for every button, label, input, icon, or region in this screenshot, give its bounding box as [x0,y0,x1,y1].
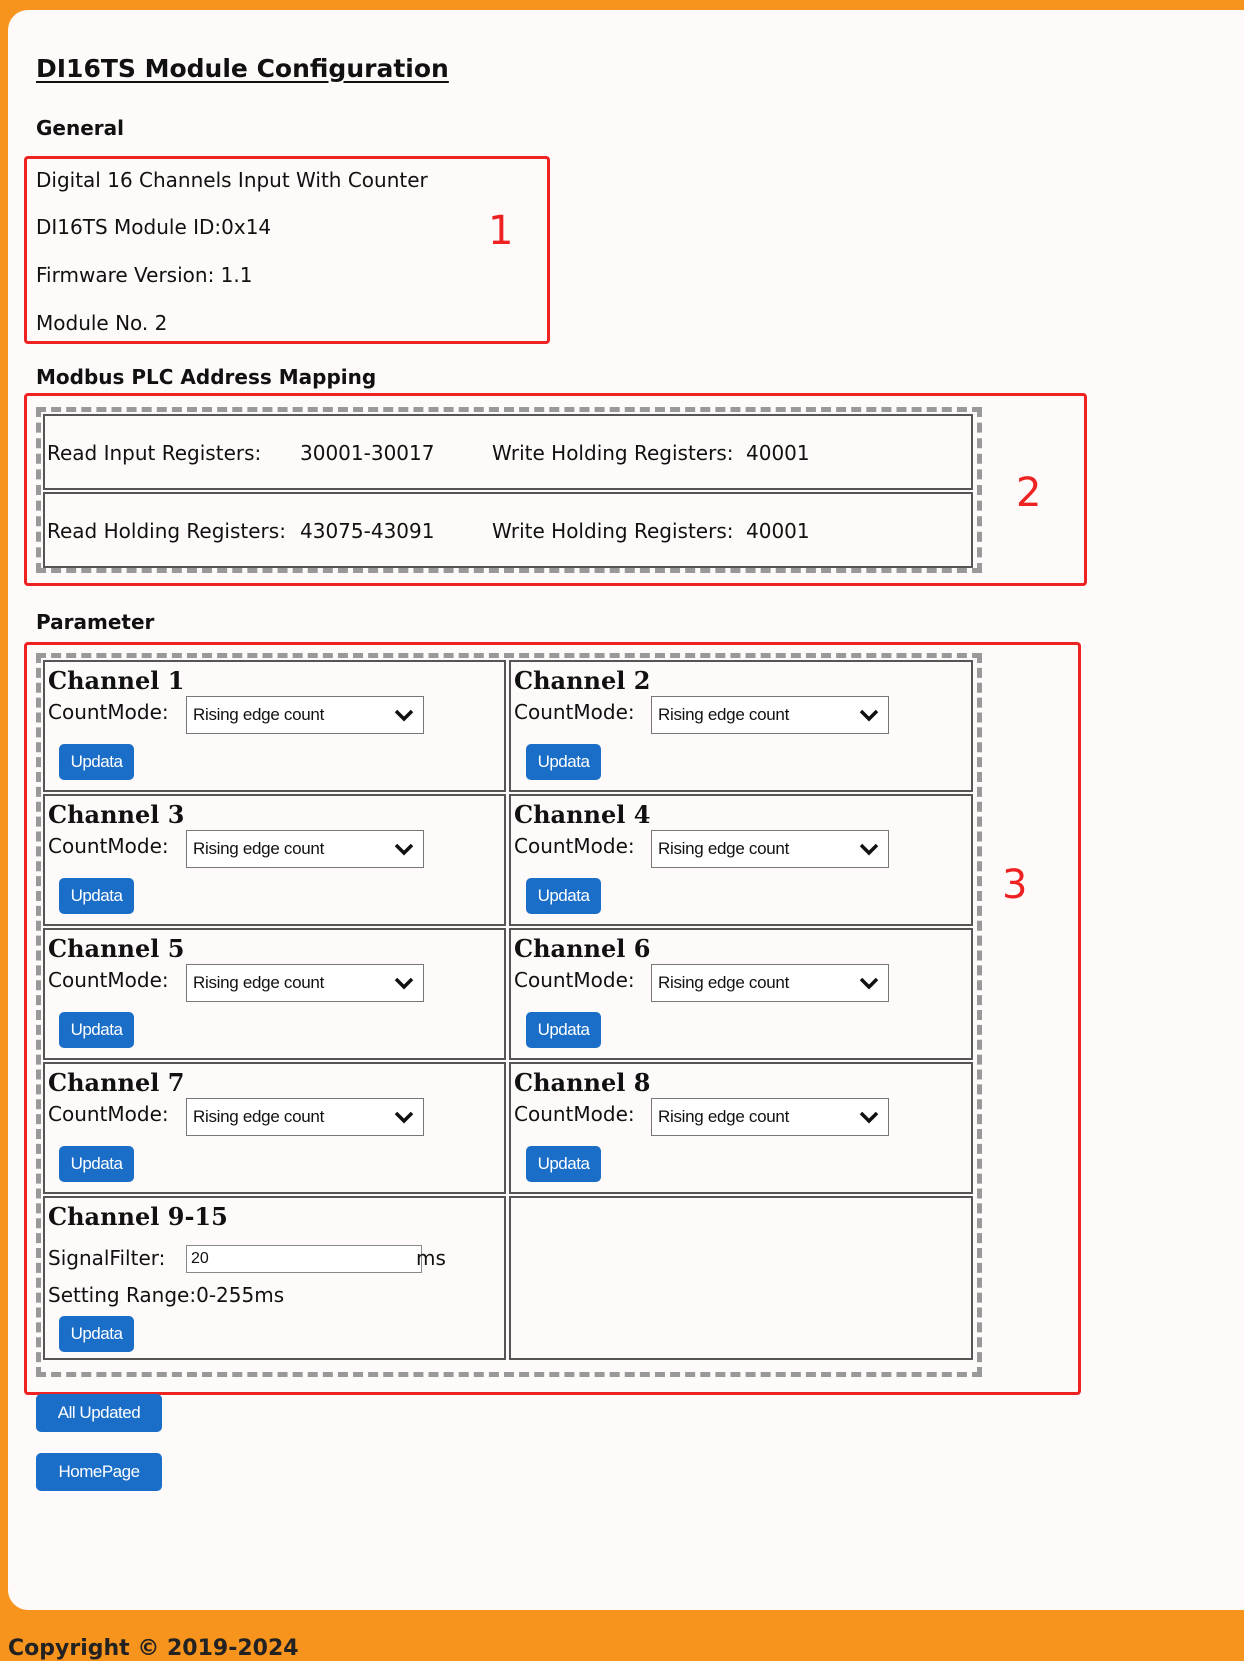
update-button[interactable]: Updata [526,1146,601,1182]
homepage-button[interactable]: HomePage [36,1453,162,1491]
count-mode-select[interactable]: Rising edge count [186,1098,424,1136]
count-mode-select[interactable]: Rising edge count [651,964,889,1002]
count-mode-select[interactable]: Rising edge count [651,1098,889,1136]
count-mode-label: CountMode: [48,834,169,858]
count-mode-label: CountMode: [514,968,635,992]
count-mode-select[interactable]: Rising edge count [651,830,889,868]
chevron-down-icon [859,843,879,856]
signal-filter-unit: ms [416,1246,446,1270]
channel-title: Channel 3 [48,800,185,829]
count-mode-select[interactable]: Rising edge count [186,964,424,1002]
update-button[interactable]: Updata [59,1316,134,1352]
chevron-down-icon [859,709,879,722]
chevron-down-icon [394,977,414,990]
update-button[interactable]: Updata [59,1012,134,1048]
annotation-number-3: 3 [1002,862,1028,908]
update-button[interactable]: Updata [526,1012,601,1048]
write-holding-registers-label: Write Holding Registers: [492,441,734,465]
general-heading: General [36,116,124,140]
channel-title: Channel 5 [48,934,185,963]
signal-filter-cell: Channel 9-15 SignalFilter: 20 ms Setting… [43,1196,506,1360]
signal-filter-label: SignalFilter: [48,1246,166,1270]
channel-cell: Channel 2 CountMode: Rising edge count U… [509,660,973,792]
chevron-down-icon [394,843,414,856]
firmware-version: Firmware Version: 1.1 [36,263,253,287]
empty-cell [509,1196,973,1360]
write-holding-registers-value: 40001 [746,519,810,543]
copyright-footer: Copyright © 2019-2024 [8,1636,299,1661]
count-mode-label: CountMode: [514,1102,635,1126]
read-input-registers-value: 30001-30017 [300,441,435,465]
count-mode-select[interactable]: Rising edge count [186,830,424,868]
count-mode-select[interactable]: Rising edge count [186,696,424,734]
annotation-number-1: 1 [488,208,514,254]
module-number: Module No. 2 [36,311,168,335]
annotation-number-2: 2 [1016,470,1042,516]
chevron-down-icon [394,709,414,722]
update-button[interactable]: Updata [59,744,134,780]
channel-title: Channel 1 [48,666,185,695]
parameter-heading: Parameter [36,610,155,634]
channel-title: Channel 9-15 [48,1202,228,1231]
page-title: DI16TS Module Configuration [36,54,449,83]
update-button[interactable]: Updata [526,744,601,780]
count-mode-label: CountMode: [48,1102,169,1126]
all-updated-button[interactable]: All Updated [36,1394,162,1432]
channel-title: Channel 4 [514,800,651,829]
channel-title: Channel 2 [514,666,651,695]
channel-cell: Channel 5 CountMode: Rising edge count U… [43,928,506,1060]
content-panel: DI16TS Module Configuration General 1 Di… [8,10,1244,1610]
write-holding-registers-value: 40001 [746,441,810,465]
channel-cell: Channel 6 CountMode: Rising edge count U… [509,928,973,1060]
count-mode-label: CountMode: [514,700,635,724]
chevron-down-icon [859,977,879,990]
count-mode-select[interactable]: Rising edge count [651,696,889,734]
read-holding-registers-value: 43075-43091 [300,519,435,543]
channel-cell: Channel 3 CountMode: Rising edge count U… [43,794,506,926]
read-input-registers-label: Read Input Registers: [47,441,262,465]
update-button[interactable]: Updata [59,1146,134,1182]
count-mode-label: CountMode: [514,834,635,858]
channel-title: Channel 6 [514,934,651,963]
chevron-down-icon [394,1111,414,1124]
channel-title: Channel 8 [514,1068,651,1097]
chevron-down-icon [859,1111,879,1124]
count-mode-label: CountMode: [48,700,169,724]
setting-range-text: Setting Range:0-255ms [48,1283,285,1307]
channel-cell: Channel 7 CountMode: Rising edge count U… [43,1062,506,1194]
read-holding-registers-label: Read Holding Registers: [47,519,286,543]
update-button[interactable]: Updata [526,878,601,914]
channel-cell: Channel 8 CountMode: Rising edge count U… [509,1062,973,1194]
channel-cell: Channel 1 CountMode: Rising edge count U… [43,660,506,792]
modbus-heading: Modbus PLC Address Mapping [36,365,377,389]
channel-cell: Channel 4 CountMode: Rising edge count U… [509,794,973,926]
write-holding-registers-label: Write Holding Registers: [492,519,734,543]
module-id: DI16TS Module ID:0x14 [36,215,272,239]
count-mode-label: CountMode: [48,968,169,992]
channel-title: Channel 7 [48,1068,185,1097]
signal-filter-input[interactable]: 20 [186,1245,422,1273]
module-description: Digital 16 Channels Input With Counter [36,168,428,192]
update-button[interactable]: Updata [59,878,134,914]
